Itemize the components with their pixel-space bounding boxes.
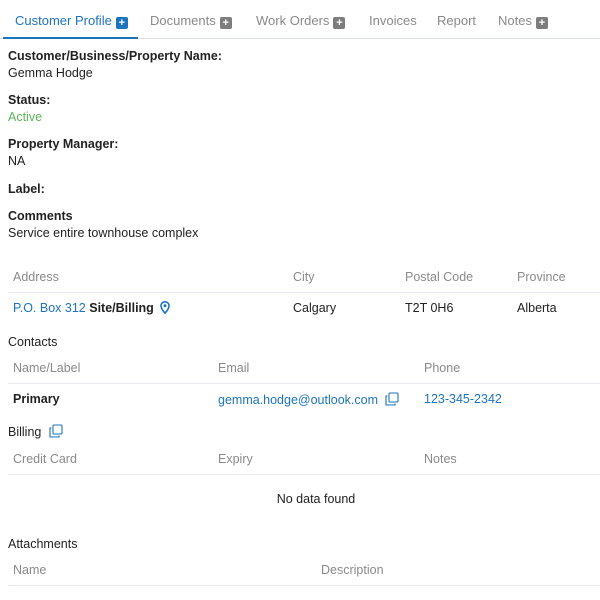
tab-documents[interactable]: Documents +	[150, 0, 232, 38]
tab-notes-label: Notes	[498, 13, 532, 28]
comments-label: Comments	[8, 209, 73, 223]
label-label: Label:	[8, 182, 45, 196]
attachment-name-header: Name	[13, 563, 47, 577]
postal-code-header: Postal Code	[405, 270, 474, 284]
contact-name-cell: Primary	[13, 392, 60, 406]
copy-icon[interactable]	[49, 424, 63, 438]
tab-invoices[interactable]: Invoices	[369, 0, 417, 38]
email-header: Email	[218, 361, 250, 375]
plus-icon[interactable]: +	[219, 17, 232, 29]
phone-header: Phone	[424, 361, 461, 375]
city-cell: Calgary	[293, 301, 337, 315]
email-link[interactable]: gemma.hodge@outlook.com	[218, 393, 378, 407]
attachments-title: Attachments	[8, 537, 78, 551]
property-manager-label: Property Manager:	[8, 137, 119, 151]
tab-work-orders[interactable]: Work Orders +	[256, 0, 346, 38]
property-manager-value: NA	[8, 154, 26, 168]
table-row: P.O. Box 312 Site/Billing Calgary T2T 0H…	[8, 293, 600, 323]
billing-title: Billing	[8, 425, 42, 439]
tab-report[interactable]: Report	[437, 0, 476, 38]
city-header: City	[293, 270, 315, 284]
postal-code-cell: T2T 0H6	[405, 301, 454, 315]
billing-title-wrap: Billing	[8, 424, 63, 439]
address-table-header: Address City Postal Code Province	[8, 262, 600, 293]
name-value: Gemma Hodge	[8, 66, 93, 80]
attachments-table-header: Name Description	[8, 555, 600, 586]
plus-icon[interactable]: +	[333, 17, 346, 29]
credit-card-header: Credit Card	[13, 452, 77, 466]
name-label: Customer/Business/Property Name:	[8, 49, 222, 63]
province-header: Province	[517, 270, 566, 284]
address-link[interactable]: P.O. Box 312	[13, 301, 86, 315]
table-row: Primary gemma.hodge@outlook.com 123-345-…	[8, 384, 600, 414]
tab-work-orders-label: Work Orders	[256, 13, 330, 28]
tab-bar: Customer Profile + Documents + Work Orders…	[0, 0, 600, 39]
contacts-table-header: Name/Label Email Phone	[8, 353, 600, 384]
tab-invoices-label: Invoices	[369, 13, 417, 28]
plus-icon[interactable]: +	[115, 17, 128, 29]
comments-value: Service entire townhouse complex	[8, 226, 199, 240]
expiry-header: Expiry	[218, 452, 253, 466]
notes-header: Notes	[424, 452, 457, 466]
empty-state-text: No data found	[276, 492, 356, 506]
address-header: Address	[13, 270, 59, 284]
province-cell: Alberta	[517, 301, 557, 315]
address-cell: P.O. Box 312 Site/Billing	[13, 301, 171, 315]
contacts-title: Contacts	[8, 335, 58, 349]
status-value: Active	[8, 110, 43, 124]
tab-customer-profile[interactable]: Customer Profile +	[3, 0, 138, 39]
description-header: Description	[321, 563, 384, 577]
address-type: Site/Billing	[89, 301, 154, 315]
tab-documents-label: Documents	[150, 13, 216, 28]
phone-link[interactable]: 123-345-2342	[424, 392, 502, 406]
tab-notes[interactable]: Notes +	[498, 0, 548, 38]
tab-customer-profile-label: Customer Profile	[15, 13, 112, 28]
status-label: Status:	[8, 93, 51, 107]
copy-icon[interactable]	[385, 392, 400, 406]
plus-icon[interactable]: +	[535, 17, 548, 29]
billing-table-header: Credit Card Expiry Notes	[8, 444, 600, 475]
tab-report-label: Report	[437, 13, 477, 28]
name-label-header: Name/Label	[13, 361, 81, 375]
map-pin-icon[interactable]	[160, 301, 171, 314]
email-cell: gemma.hodge@outlook.com	[218, 392, 400, 407]
